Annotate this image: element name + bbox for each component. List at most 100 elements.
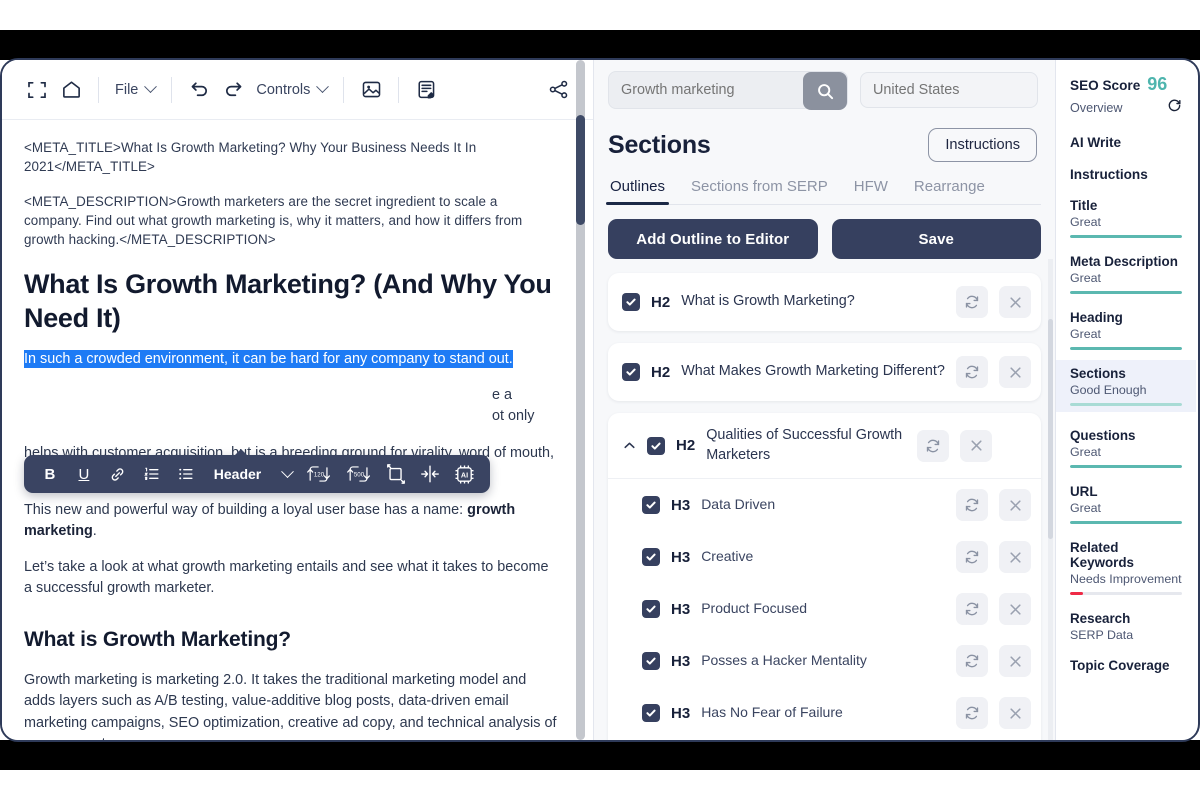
seo-item-name: URL — [1070, 484, 1098, 499]
outline-row[interactable]: H3 Data Driven — [608, 479, 1041, 531]
tab-sections-from-serp[interactable]: Sections from SERP — [689, 178, 830, 204]
app-window: File Controls <META_TITLE>What Is Growth… — [0, 58, 1200, 742]
refresh-icon[interactable] — [956, 489, 988, 521]
close-icon[interactable] — [960, 429, 993, 462]
editor-scrollbar-track[interactable] — [576, 60, 585, 740]
outline-row[interactable]: H2 Qualities of Successful Growth Market… — [608, 413, 1041, 478]
unordered-list-icon[interactable] — [170, 459, 202, 489]
seo-link-ai-write[interactable]: AI Write — [1070, 135, 1196, 150]
outline-checkbox[interactable] — [642, 548, 660, 566]
close-icon[interactable] — [999, 697, 1031, 729]
close-icon[interactable] — [999, 489, 1031, 521]
link-icon[interactable] — [102, 459, 134, 489]
seo-item-status: Great — [1070, 445, 1101, 459]
location-box[interactable] — [860, 72, 1038, 108]
resize-box-icon[interactable] — [380, 459, 412, 489]
controls-menu[interactable]: Controls — [250, 80, 333, 98]
close-icon[interactable] — [999, 286, 1031, 318]
seo-overview-row[interactable]: Overview — [1070, 98, 1196, 118]
outline-checkbox[interactable] — [622, 293, 640, 311]
seo-link-instructions[interactable]: Instructions — [1070, 167, 1196, 182]
keyword-search-input[interactable] — [609, 82, 799, 98]
outline-row[interactable]: H3 Has No Fear of Failure — [608, 687, 1041, 739]
refresh-icon[interactable] — [956, 356, 988, 388]
seo-item-sections[interactable]: Sections Good Enough — [1056, 360, 1196, 412]
outline-checkbox[interactable] — [642, 652, 660, 670]
undo-icon[interactable] — [182, 73, 216, 107]
seo-item-bar — [1070, 235, 1182, 238]
outline-row[interactable]: H2 What Makes Growth Marketing Different… — [608, 343, 1041, 401]
editor-document[interactable]: <META_TITLE>What Is Growth Marketing? Wh… — [2, 120, 593, 740]
outline-checkbox[interactable] — [647, 436, 665, 455]
close-icon[interactable] — [999, 593, 1031, 625]
header-style-dropdown[interactable]: Header — [214, 464, 295, 482]
toolbar-divider — [98, 76, 99, 103]
seo-item-heading[interactable]: Heading Great — [1070, 310, 1196, 350]
outline-row[interactable]: H2 What is Growth Marketing? — [608, 273, 1041, 331]
seo-item-url[interactable]: URL Great — [1070, 484, 1196, 524]
close-icon[interactable] — [999, 356, 1031, 388]
instructions-button[interactable]: Instructions — [928, 128, 1037, 162]
close-icon[interactable] — [999, 541, 1031, 573]
floating-format-toolbar: B U Header 120 500 AI — [24, 449, 490, 493]
outline-checkbox[interactable] — [642, 600, 660, 618]
underline-button[interactable]: U — [68, 459, 100, 489]
outline-checkbox[interactable] — [622, 363, 640, 381]
seo-overview-label: Overview — [1070, 101, 1123, 115]
image-icon[interactable] — [354, 73, 388, 107]
ai-chip-icon[interactable]: AI — [448, 459, 480, 489]
close-icon[interactable] — [999, 645, 1031, 677]
expand-500-icon[interactable]: 500 — [340, 459, 378, 489]
home-icon[interactable] — [54, 73, 88, 107]
share-icon[interactable] — [541, 73, 575, 107]
seo-item-topic-coverage[interactable]: Topic Coverage — [1070, 658, 1196, 673]
outline-checkbox[interactable] — [642, 496, 660, 514]
refresh-icon[interactable] — [917, 429, 950, 462]
outline-card: H2 What Makes Growth Marketing Different… — [608, 343, 1041, 401]
refresh-icon[interactable] — [956, 286, 988, 318]
outline-list: H2 What is Growth Marketing? H2 What Mak… — [594, 259, 1055, 740]
seo-item-research[interactable]: Research SERP Data — [1070, 611, 1196, 642]
location-input[interactable] — [861, 82, 1037, 98]
seo-item-name: Heading — [1070, 310, 1123, 325]
outline-text: Product Focused — [701, 600, 808, 617]
meta-title-text: <META_TITLE>What Is Growth Marketing? Wh… — [24, 140, 477, 174]
sections-scrollbar-thumb[interactable] — [1048, 319, 1053, 539]
editor-scrollbar-thumb[interactable] — [576, 115, 585, 225]
tab-outlines[interactable]: Outlines — [605, 178, 670, 206]
expand-120-icon[interactable]: 120 — [300, 459, 338, 489]
refresh-icon[interactable] — [956, 541, 988, 573]
ordered-list-icon[interactable] — [136, 459, 168, 489]
outline-row[interactable]: H3 Knows How to Tell a Story — [608, 739, 1041, 740]
seo-sidebar: SEO Score 96 Overview AI Write Instructi… — [1056, 60, 1196, 740]
seo-item-meta-description[interactable]: Meta Description Great — [1070, 254, 1196, 294]
seo-item-name: Meta Description — [1070, 254, 1178, 269]
bold-button[interactable]: B — [34, 459, 66, 489]
refresh-circle-icon[interactable] — [1167, 98, 1182, 118]
keyword-search-box[interactable] — [608, 71, 848, 110]
outline-level: H2 — [651, 293, 671, 311]
collapse-inward-icon[interactable] — [414, 459, 446, 489]
notes-icon[interactable] — [409, 73, 443, 107]
outline-row[interactable]: H3 Product Focused — [608, 583, 1041, 635]
paragraph-2-post: . — [92, 523, 97, 539]
seo-item-questions[interactable]: Questions Great — [1070, 428, 1196, 468]
chevron-up-icon[interactable] — [622, 439, 636, 453]
outline-row[interactable]: H3 Posses a Hacker Mentality — [608, 635, 1041, 687]
fullscreen-icon[interactable] — [20, 73, 54, 107]
tab-rearrange[interactable]: Rearrange — [912, 178, 987, 204]
refresh-icon[interactable] — [956, 645, 988, 677]
refresh-icon[interactable] — [956, 593, 988, 625]
file-menu[interactable]: File — [109, 80, 161, 98]
search-button[interactable] — [803, 72, 847, 110]
refresh-icon[interactable] — [956, 697, 988, 729]
add-outline-to-editor-button[interactable]: Add Outline to Editor — [608, 219, 818, 259]
seo-item-title[interactable]: Title Great — [1070, 198, 1196, 238]
seo-item-related-keywords[interactable]: Related Keywords Needs Improvement — [1070, 540, 1196, 595]
outline-checkbox[interactable] — [642, 704, 660, 722]
outline-row[interactable]: H3 Creative — [608, 531, 1041, 583]
seo-item-status: Good Enough — [1070, 383, 1147, 397]
save-button[interactable]: Save — [831, 219, 1041, 259]
redo-icon[interactable] — [216, 73, 250, 107]
tab-hfw[interactable]: HFW — [852, 178, 890, 204]
